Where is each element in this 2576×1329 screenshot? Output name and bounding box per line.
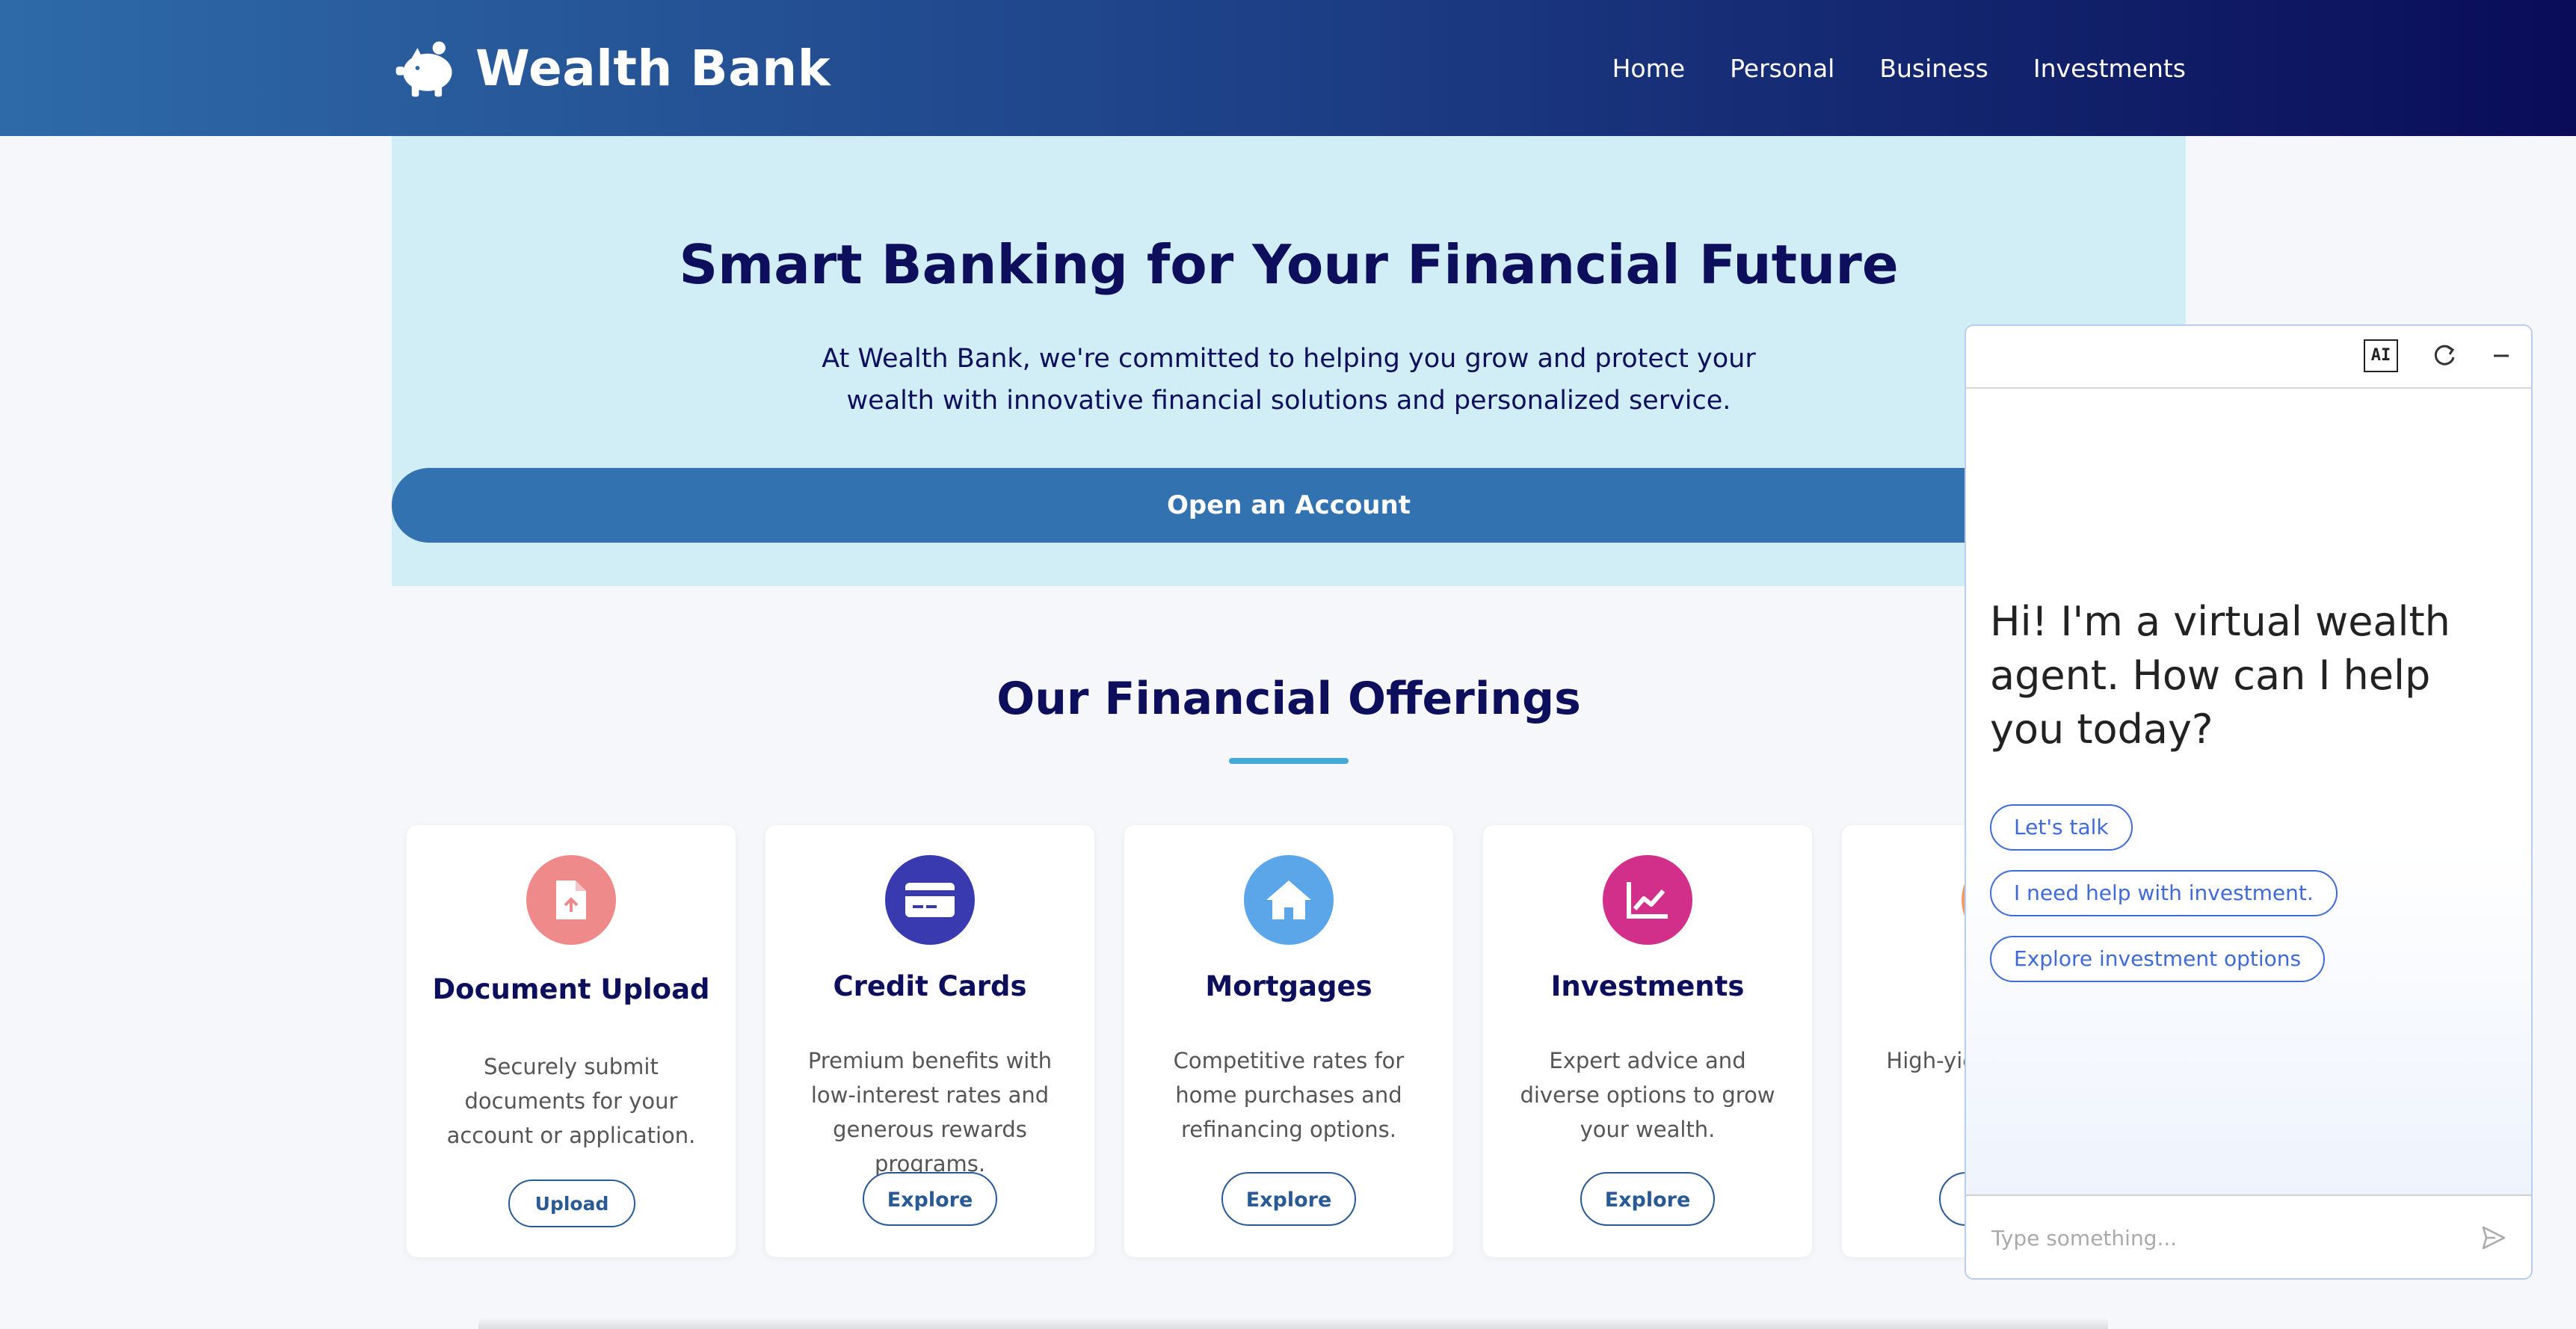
- nav-personal[interactable]: Personal: [1730, 54, 1834, 83]
- hero-section: Smart Banking for Your Financial Future …: [392, 136, 2186, 586]
- main-nav: Home Personal Business Investments: [1612, 0, 2186, 136]
- chat-input-bar: [1966, 1194, 2531, 1278]
- document-upload-icon: [526, 855, 616, 945]
- hero-subtitle: At Wealth Bank, we're committed to helpi…: [822, 344, 1756, 416]
- ai-badge-icon: AI: [2364, 339, 2398, 372]
- offering-card-investments: Investments Expert advice and diverse op…: [1483, 825, 1812, 1257]
- offering-card-credit-cards: Credit Cards Premium benefits with low-i…: [765, 825, 1094, 1257]
- section-shadow: [478, 1317, 2108, 1329]
- site-header: Wealth Bank Home Personal Business Inves…: [0, 0, 2576, 136]
- card-title: Mortgages: [1205, 970, 1372, 1002]
- chat-greeting: Hi! I'm a virtual wealth agent. How can …: [1990, 598, 2450, 753]
- explore-investments-button[interactable]: Explore: [1580, 1172, 1715, 1226]
- chat-header: AI: [1966, 326, 2531, 389]
- brand-name: Wealth Bank: [475, 39, 831, 97]
- chat-message-input[interactable]: [1990, 1218, 2456, 1257]
- home-icon: [1244, 855, 1334, 945]
- credit-card-icon: [885, 855, 975, 945]
- card-title: Document Upload: [432, 973, 710, 1005]
- chip-lets-talk[interactable]: Let's talk: [1990, 804, 2133, 851]
- chart-line-icon: [1603, 855, 1692, 945]
- refresh-icon[interactable]: [2429, 341, 2459, 371]
- chip-explore-options[interactable]: Explore investment options: [1990, 936, 2326, 982]
- explore-credit-cards-button[interactable]: Explore: [863, 1172, 997, 1226]
- chip-investment-help[interactable]: I need help with investment.: [1990, 870, 2338, 916]
- upload-button[interactable]: Upload: [508, 1180, 635, 1227]
- nav-home[interactable]: Home: [1612, 54, 1685, 83]
- card-title: Investments: [1550, 970, 1745, 1002]
- piggy-bank-icon: [395, 41, 452, 97]
- brand-logo[interactable]: Wealth Bank: [390, 30, 831, 106]
- explore-mortgages-button[interactable]: Explore: [1221, 1172, 1356, 1226]
- card-title: Credit Cards: [833, 970, 1027, 1002]
- nav-business[interactable]: Business: [1879, 54, 1988, 83]
- card-description: Expert advice and diverse options to gro…: [1520, 1048, 1775, 1142]
- hero-title: Smart Banking for Your Financial Future: [679, 233, 1899, 296]
- send-icon[interactable]: [2480, 1224, 2507, 1251]
- open-account-button[interactable]: Open an Account: [392, 468, 2186, 543]
- offerings-title: Our Financial Offerings: [996, 673, 1581, 725]
- virtual-agent-chat: AI Hi! I'm a virtual wealth agent. How c…: [1965, 324, 2533, 1280]
- card-description: Premium benefits with low-interest rates…: [807, 1048, 1053, 1177]
- nav-investments[interactable]: Investments: [2033, 54, 2186, 83]
- card-description: Securely submit documents for your accou…: [446, 1054, 696, 1148]
- card-description: Competitive rates for home purchases and…: [1173, 1048, 1405, 1142]
- offering-card-document-upload: Document Upload Securely submit document…: [407, 825, 736, 1257]
- offering-card-mortgages: Mortgages Competitive rates for home pur…: [1124, 825, 1453, 1257]
- minimize-icon[interactable]: [2486, 341, 2516, 371]
- title-underline: [1229, 758, 1349, 764]
